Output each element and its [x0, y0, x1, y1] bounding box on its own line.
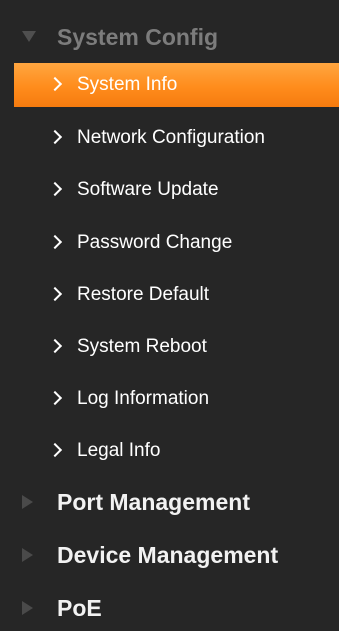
- triangle-right-icon: [22, 548, 33, 562]
- sidebar-item-label: System Info: [77, 74, 178, 95]
- chevron-right-icon: [47, 181, 63, 197]
- sidebar-item-label: Software Update: [77, 179, 219, 200]
- triangle-down-icon: [22, 31, 36, 42]
- chevron-right-icon: [47, 76, 63, 92]
- sidebar-item-password-change[interactable]: Password Change: [14, 221, 339, 265]
- chevron-right-icon: [47, 442, 63, 458]
- section-poe[interactable]: PoE: [0, 588, 339, 628]
- sidebar-item-network-configuration[interactable]: Network Configuration: [14, 116, 339, 160]
- chevron-right-icon: [47, 338, 63, 354]
- sidebar-item-restore-default[interactable]: Restore Default: [14, 273, 339, 317]
- sidebar-item-label: System Reboot: [77, 336, 207, 357]
- chevron-right-icon: [47, 129, 63, 145]
- section-label: System Config: [57, 24, 219, 50]
- sidebar-item-label: Password Change: [77, 232, 233, 253]
- chevron-right-icon: [47, 286, 63, 302]
- section-port-management[interactable]: Port Management: [0, 482, 339, 522]
- sidebar-item-system-reboot[interactable]: System Reboot: [14, 325, 339, 369]
- sidebar-item-label: Restore Default: [77, 284, 210, 305]
- sidebar-item-label: Network Configuration: [77, 127, 265, 148]
- sidebar-nav: System Config System Info Network Config…: [0, 0, 339, 631]
- sidebar-item-label: Log Information: [77, 388, 210, 409]
- section-label: PoE: [57, 595, 102, 621]
- section-system-config[interactable]: System Config: [0, 17, 339, 57]
- triangle-right-icon: [22, 495, 33, 509]
- section-label: Device Management: [57, 542, 279, 568]
- chevron-right-icon: [47, 234, 63, 250]
- section-device-management[interactable]: Device Management: [0, 535, 339, 575]
- section-label: Port Management: [57, 489, 250, 515]
- chevron-right-icon: [47, 390, 63, 406]
- sidebar-item-label: Legal Info: [77, 440, 161, 461]
- sidebar-item-software-update[interactable]: Software Update: [14, 168, 339, 212]
- sidebar-item-legal-info[interactable]: Legal Info: [14, 429, 339, 473]
- sidebar-item-system-info[interactable]: System Info: [14, 63, 339, 107]
- triangle-right-icon: [22, 601, 33, 615]
- sidebar-item-log-information[interactable]: Log Information: [14, 377, 339, 421]
